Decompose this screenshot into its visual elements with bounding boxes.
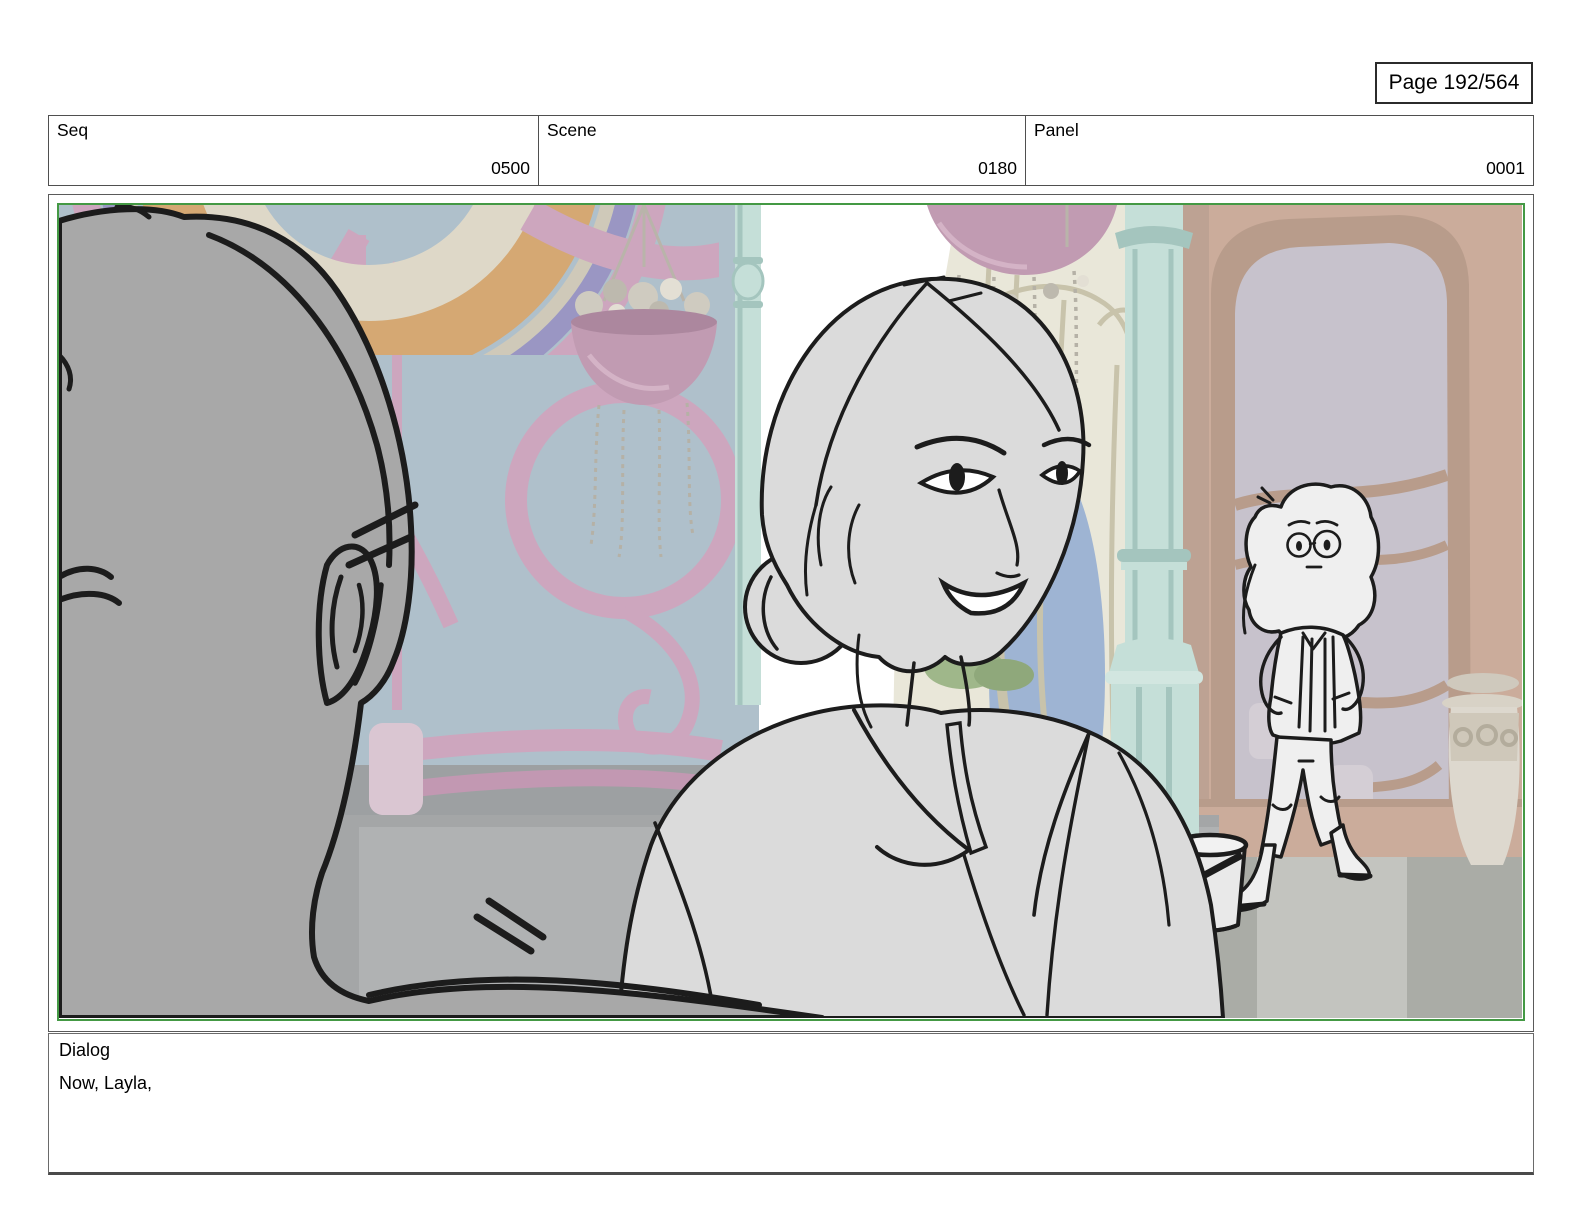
storyboard-panel-frame: [48, 194, 1534, 1032]
scene-label: Scene: [547, 120, 597, 140]
dialog-text: Now, Layla,: [59, 1073, 153, 1093]
panel-label: Panel: [1034, 120, 1079, 140]
page-indicator-label: Page 192/564: [1388, 71, 1520, 94]
dialog-box: Dialog Now, Layla,: [48, 1033, 1534, 1175]
seq-label: Seq: [57, 120, 89, 140]
header-cell-panel: Panel 0001: [1025, 116, 1533, 185]
storyboard-page: { "page": { "indicator": "Page 192/564" …: [0, 0, 1584, 1224]
scene-value: 0180: [978, 158, 1017, 178]
storyboard-panel-border: [57, 203, 1525, 1021]
header-cell-scene: Scene 0180: [538, 116, 1025, 185]
dialog-label: Dialog: [59, 1040, 111, 1060]
header-cell-seq: Seq 0500: [49, 116, 538, 185]
storyboard-artwork: [59, 205, 1522, 1018]
header-table: Seq 0500 Scene 0180 Panel 0001: [48, 115, 1534, 186]
seq-value: 0500: [491, 158, 530, 178]
page-indicator: Page 192/564: [1375, 62, 1533, 104]
panel-value: 0001: [1486, 158, 1525, 178]
